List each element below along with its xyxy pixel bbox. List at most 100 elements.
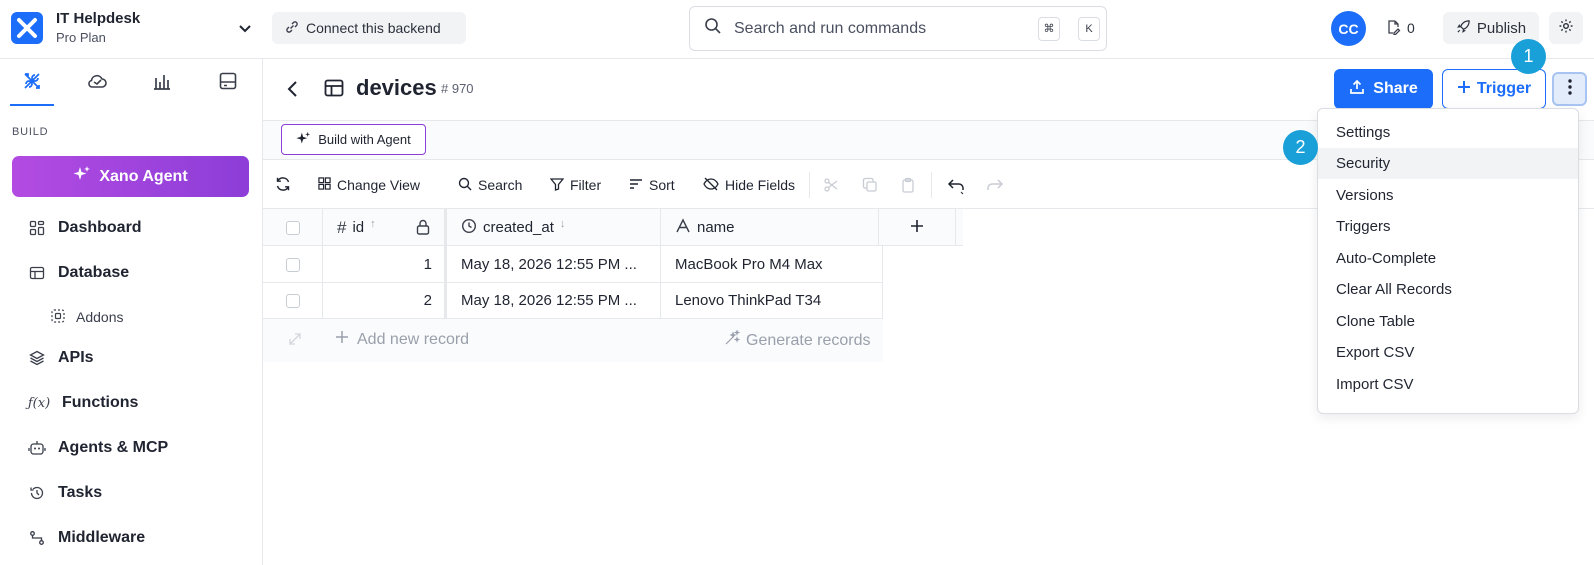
cell-created-at[interactable]: May 18, 2026 12:55 PM ... xyxy=(445,282,661,319)
undo-icon[interactable] xyxy=(946,175,966,195)
sort-icon xyxy=(629,177,643,194)
column-header-name[interactable]: name xyxy=(661,209,879,246)
search-icon xyxy=(458,177,472,194)
menu-item-security[interactable]: Security xyxy=(1318,148,1578,179)
magic-wand-icon xyxy=(724,329,741,351)
sidebar-item-tasks[interactable]: Tasks xyxy=(28,481,102,505)
panel-icon xyxy=(217,70,239,97)
table-options-menu: Settings Security Versions Triggers Auto… xyxy=(1317,108,1579,414)
connect-backend-button[interactable]: Connect this backend xyxy=(272,12,466,44)
tab-analytics[interactable] xyxy=(140,69,184,97)
select-all-checkbox-cell[interactable] xyxy=(263,209,323,246)
redo-icon[interactable] xyxy=(985,175,1005,195)
generate-records-button[interactable]: Generate records xyxy=(724,329,871,351)
menu-item-import-csv[interactable]: Import CSV xyxy=(1318,369,1578,400)
sort-asc-icon: ↑ xyxy=(370,217,376,230)
workspace-name[interactable]: IT Helpdesk xyxy=(56,10,140,27)
build-with-agent-button[interactable]: Build with Agent xyxy=(281,124,426,155)
change-view-label: Change View xyxy=(337,177,421,193)
back-arrow-icon[interactable] xyxy=(283,79,303,99)
sparkles-icon xyxy=(73,165,91,188)
trigger-button[interactable]: Trigger xyxy=(1442,69,1546,109)
menu-item-versions[interactable]: Versions xyxy=(1318,180,1578,211)
sidebar-item-agents-mcp[interactable]: Agents & MCP xyxy=(28,436,168,460)
row-checkbox-cell[interactable] xyxy=(263,246,323,283)
tab-cloud[interactable] xyxy=(75,69,119,97)
search-button[interactable]: Search xyxy=(458,174,522,196)
layers-icon xyxy=(28,349,46,367)
share-label: Share xyxy=(1373,80,1418,97)
bar-chart-icon xyxy=(151,70,173,97)
plus-icon xyxy=(910,219,924,237)
hide-fields-button[interactable]: Hide Fields xyxy=(703,174,795,196)
sidebar: BUILD Xano Agent Dashboard Database Addo… xyxy=(0,59,263,565)
menu-item-clone-table[interactable]: Clone Table xyxy=(1318,306,1578,337)
copy-icon[interactable] xyxy=(860,175,880,195)
sidebar-item-functions[interactable]: ƒ(x) Functions xyxy=(28,391,139,415)
table-row[interactable]: 1 May 18, 2026 12:55 PM ... MacBook Pro … xyxy=(263,246,883,283)
select-all-checkbox[interactable] xyxy=(285,220,300,235)
sidebar-item-apis[interactable]: APIs xyxy=(28,346,94,370)
draft-count-button[interactable]: 0 xyxy=(1379,14,1421,42)
xano-logo-icon[interactable] xyxy=(11,12,43,44)
clipboard-icon[interactable] xyxy=(898,175,918,195)
sidebar-item-label: Addons xyxy=(76,309,124,325)
sidebar-item-label: Database xyxy=(58,264,130,281)
build-with-agent-label: Build with Agent xyxy=(318,132,411,147)
add-column-button[interactable] xyxy=(879,209,956,246)
column-header-id[interactable]: # id ↑ xyxy=(323,209,445,246)
share-button[interactable]: Share xyxy=(1334,69,1433,109)
settings-gear-button[interactable] xyxy=(1549,12,1583,44)
cell-name[interactable]: Lenovo ThinkPad T34 xyxy=(661,282,883,319)
publish-label: Publish xyxy=(1476,19,1527,37)
menu-item-auto-complete[interactable]: Auto-Complete xyxy=(1318,243,1578,274)
build-section-label: BUILD xyxy=(12,126,49,138)
search-label: Search xyxy=(478,177,523,193)
refresh-icon xyxy=(275,176,291,195)
cell-id[interactable]: 2 xyxy=(323,282,445,319)
grid-view-icon xyxy=(318,177,331,193)
row-checkbox[interactable] xyxy=(285,293,300,308)
row-checkbox-cell[interactable] xyxy=(263,282,323,319)
sort-button[interactable]: Sort xyxy=(629,174,675,196)
cell-id[interactable]: 1 xyxy=(323,246,445,283)
sidebar-item-database[interactable]: Database xyxy=(28,261,129,285)
user-avatar[interactable]: CC xyxy=(1331,11,1366,46)
grid-icon xyxy=(28,219,46,237)
table-icon xyxy=(324,78,344,98)
tab-build[interactable] xyxy=(10,69,54,106)
link-icon xyxy=(284,19,300,38)
hash-icon: # xyxy=(337,217,347,237)
hide-fields-label: Hide Fields xyxy=(725,177,796,193)
sidebar-item-dashboard[interactable]: Dashboard xyxy=(28,216,142,240)
sidebar-item-middleware[interactable]: Middleware xyxy=(28,526,145,550)
scissors-icon[interactable] xyxy=(821,175,841,195)
shortcut-key-cmd: ⌘ xyxy=(1038,16,1060,41)
change-view-button[interactable]: Change View xyxy=(318,174,420,196)
refresh-button[interactable] xyxy=(275,174,291,196)
add-record-row: Add new record Generate records xyxy=(263,319,883,362)
cell-created-at[interactable]: May 18, 2026 12:55 PM ... xyxy=(445,246,661,283)
more-options-button[interactable] xyxy=(1552,72,1587,106)
table-row[interactable]: 2 May 18, 2026 12:55 PM ... Lenovo Think… xyxy=(263,282,883,319)
step-badge-1: 1 xyxy=(1511,39,1546,74)
sidebar-item-addons[interactable]: Addons xyxy=(50,305,123,329)
menu-item-export-csv[interactable]: Export CSV xyxy=(1318,337,1578,368)
column-label-id: id xyxy=(352,219,365,236)
xano-agent-label: Xano Agent xyxy=(99,167,188,185)
command-search-input[interactable]: Search and run commands ⌘ K xyxy=(689,6,1107,51)
column-header-created-at[interactable]: created_at ↓ xyxy=(445,209,661,246)
chevron-down-icon[interactable] xyxy=(237,20,253,36)
tab-layout[interactable] xyxy=(206,69,250,97)
eye-off-icon xyxy=(703,176,719,195)
menu-item-triggers[interactable]: Triggers xyxy=(1318,211,1578,242)
row-checkbox[interactable] xyxy=(285,257,300,272)
cell-name[interactable]: MacBook Pro M4 Max xyxy=(661,246,883,283)
sort-desc-icon: ↓ xyxy=(559,217,566,230)
add-new-record-button[interactable]: Add new record xyxy=(335,330,469,349)
sidebar-item-label: Middleware xyxy=(58,529,146,546)
filter-button[interactable]: Filter xyxy=(549,174,601,196)
xano-agent-button[interactable]: Xano Agent xyxy=(12,156,249,197)
menu-item-clear-all-records[interactable]: Clear All Records xyxy=(1318,274,1578,305)
menu-item-settings[interactable]: Settings xyxy=(1318,117,1578,148)
